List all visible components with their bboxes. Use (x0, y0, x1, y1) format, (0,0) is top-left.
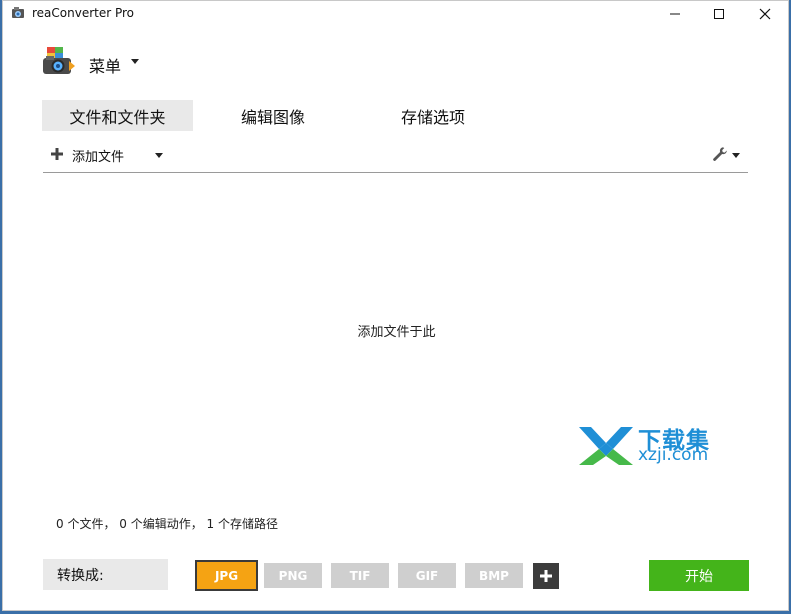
tab-saving-options[interactable]: 存储选项 (383, 100, 483, 131)
watermark-url: xzji.com (638, 445, 709, 465)
minimize-icon (670, 13, 680, 15)
tab-edit-images[interactable]: 编辑图像 (223, 100, 323, 131)
format-bmp-button[interactable]: BMP (465, 563, 523, 588)
maximize-button[interactable] (696, 1, 742, 27)
title-bar: reaConverter Pro (3, 1, 788, 27)
format-gif-button[interactable]: GIF (398, 563, 456, 588)
add-format-button[interactable] (533, 563, 559, 589)
add-files-button[interactable]: 添加文件 (72, 146, 124, 165)
menu-button[interactable]: 菜单 (89, 53, 121, 77)
wrench-icon[interactable] (712, 146, 728, 162)
minimize-button[interactable] (652, 1, 698, 27)
chevron-down-icon[interactable] (131, 59, 139, 64)
drop-zone-hint[interactable]: 添加文件于此 (3, 321, 790, 340)
format-tif-button[interactable]: TIF (331, 563, 389, 588)
format-png-button[interactable]: PNG (264, 563, 322, 588)
app-window: reaConverter Pro 菜单 文件和文件夹 编辑图像 存储选项 添加文… (2, 0, 789, 611)
tab-files-and-folders[interactable]: 文件和文件夹 (42, 100, 193, 131)
convert-to-label: 转换成: (43, 559, 168, 590)
close-icon (759, 8, 771, 20)
plus-icon[interactable] (50, 147, 64, 161)
status-text: 0 个文件， 0 个编辑动作， 1 个存储路径 (56, 517, 278, 531)
maximize-icon (714, 9, 724, 19)
chevron-down-icon[interactable] (155, 153, 163, 158)
app-icon (12, 7, 24, 18)
format-jpg-button[interactable]: JPG (195, 560, 258, 591)
window-title: reaConverter Pro (32, 6, 135, 20)
plus-icon (540, 570, 552, 582)
start-button[interactable]: 开始 (649, 560, 749, 591)
menu-logo-icon[interactable] (41, 45, 75, 79)
watermark-logo-icon (579, 427, 633, 465)
chevron-down-icon[interactable] (732, 153, 740, 158)
toolbar-divider (43, 172, 748, 173)
close-button[interactable] (742, 1, 788, 27)
